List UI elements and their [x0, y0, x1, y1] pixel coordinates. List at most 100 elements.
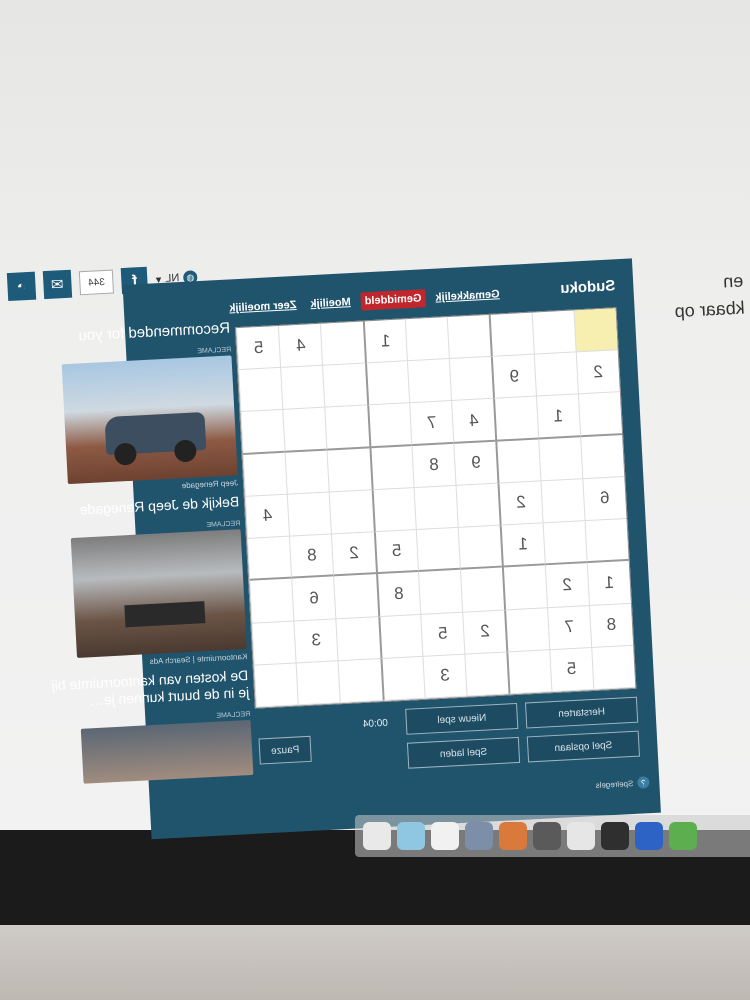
- sudoku-cell[interactable]: 2: [544, 563, 589, 608]
- sudoku-cell[interactable]: [539, 479, 585, 524]
- sudoku-cell[interactable]: [282, 408, 327, 453]
- sudoku-cell[interactable]: [280, 365, 325, 411]
- new-game-button[interactable]: Nieuw spel: [405, 702, 519, 735]
- sudoku-cell[interactable]: [364, 361, 410, 406]
- sudoku-cell[interactable]: 2: [331, 532, 376, 577]
- sudoku-cell[interactable]: [590, 645, 636, 690]
- ad-caption[interactable]: Bekijk de Jeep Renegade: [39, 493, 240, 520]
- sudoku-cell[interactable]: [247, 536, 292, 582]
- sudoku-cell[interactable]: [573, 308, 618, 353]
- ad-card-jeep[interactable]: RECLAME Jeep Renegade Bekijk de Jeep Ren…: [31, 346, 239, 520]
- tab-gemiddeld[interactable]: Gemiddeld: [360, 289, 426, 311]
- ad-image-office[interactable]: [70, 529, 247, 658]
- sudoku-cell[interactable]: [446, 314, 492, 360]
- save-game-button[interactable]: Spel opslaan: [526, 730, 640, 763]
- sudoku-cell[interactable]: 2: [462, 610, 507, 655]
- sudoku-cell[interactable]: [464, 652, 509, 697]
- sudoku-cell[interactable]: 2: [497, 481, 543, 526]
- sudoku-cell[interactable]: [533, 352, 578, 398]
- terminal-icon[interactable]: [601, 822, 629, 850]
- sudoku-cell[interactable]: [537, 436, 583, 482]
- sudoku-cell[interactable]: [579, 434, 625, 480]
- sudoku-cell[interactable]: [366, 403, 412, 449]
- reset-button[interactable]: Herstarten: [524, 696, 639, 729]
- sudoku-cell[interactable]: 1: [535, 394, 580, 440]
- sudoku-cell[interactable]: [531, 310, 576, 355]
- sudoku-cell[interactable]: [577, 392, 623, 437]
- sudoku-cell[interactable]: 1: [586, 561, 631, 606]
- tab-gemakkelijk[interactable]: Gemakkelijk: [431, 285, 504, 307]
- safari-icon[interactable]: [635, 822, 663, 850]
- sudoku-cell[interactable]: [495, 439, 540, 484]
- sudoku-cell[interactable]: [338, 658, 383, 704]
- finder-icon[interactable]: [397, 822, 425, 850]
- sudoku-cell[interactable]: 8: [375, 572, 421, 617]
- sudoku-cell[interactable]: [320, 321, 365, 366]
- sudoku-cell[interactable]: 7: [409, 401, 454, 446]
- sudoku-cell[interactable]: 8: [411, 443, 456, 488]
- rules-link[interactable]: ? Spelregels: [595, 776, 650, 791]
- sudoku-cell[interactable]: [455, 483, 501, 528]
- sudoku-cell[interactable]: [333, 574, 378, 619]
- app-icon[interactable]: [499, 822, 527, 850]
- tab-moeilijk[interactable]: Moeilijk: [306, 293, 355, 314]
- sudoku-cell[interactable]: [460, 567, 505, 613]
- sudoku-cell[interactable]: 9: [491, 354, 536, 400]
- sudoku-cell[interactable]: [449, 357, 494, 402]
- sudoku-cell[interactable]: 1: [500, 523, 545, 568]
- sudoku-cell[interactable]: [584, 519, 629, 564]
- mail-icon[interactable]: ✉: [42, 269, 72, 300]
- sudoku-cell[interactable]: [322, 363, 367, 409]
- messages-icon[interactable]: [669, 822, 697, 850]
- sudoku-cell[interactable]: [415, 527, 461, 573]
- load-game-button[interactable]: Spel laden: [406, 736, 521, 769]
- sudoku-cell[interactable]: 1: [362, 319, 407, 364]
- camera-icon[interactable]: [533, 822, 561, 850]
- whatsapp-icon[interactable]: ◔: [6, 271, 36, 302]
- sudoku-cell[interactable]: [326, 448, 372, 493]
- sudoku-cell[interactable]: [380, 656, 425, 701]
- sudoku-cell[interactable]: [249, 578, 294, 624]
- tab-zeer-moeilijk[interactable]: Zeer moeilijk: [225, 296, 301, 318]
- sudoku-cell[interactable]: [506, 649, 552, 695]
- sudoku-cell[interactable]: [413, 485, 458, 531]
- ad-card-third[interactable]: RECLAME: [50, 711, 254, 785]
- sudoku-cell[interactable]: 5: [548, 647, 594, 693]
- sudoku-cell[interactable]: [371, 487, 416, 533]
- sudoku-cell[interactable]: [238, 368, 283, 413]
- ad-caption[interactable]: De kosten van kantoorruimte bij je in de…: [48, 667, 250, 711]
- sudoku-cell[interactable]: 4: [278, 323, 323, 369]
- ad-card-office[interactable]: RECLAME Kantoorruimte | Search Ads De ko…: [40, 520, 249, 711]
- sudoku-cell[interactable]: 8: [289, 534, 334, 579]
- sudoku-cell[interactable]: 4: [244, 494, 290, 539]
- sudoku-cell[interactable]: 3: [422, 654, 467, 699]
- ad-image-car[interactable]: [61, 355, 238, 485]
- preview-icon[interactable]: [465, 822, 493, 850]
- sudoku-cell[interactable]: [369, 445, 414, 491]
- sudoku-cell[interactable]: 6: [582, 476, 627, 522]
- sudoku-cell[interactable]: [240, 410, 285, 455]
- sudoku-cell[interactable]: 5: [373, 530, 418, 575]
- sudoku-cell[interactable]: [284, 450, 330, 495]
- sudoku-cell[interactable]: 8: [588, 603, 634, 648]
- sudoku-cell[interactable]: 3: [293, 618, 339, 664]
- sudoku-cell[interactable]: 2: [575, 350, 620, 395]
- ad-image-person[interactable]: [80, 719, 254, 784]
- sudoku-cell[interactable]: 9: [453, 441, 498, 486]
- sudoku-cell[interactable]: 4: [451, 399, 496, 444]
- sudoku-cell[interactable]: [406, 359, 452, 404]
- sudoku-cell[interactable]: [493, 397, 538, 442]
- sudoku-cell[interactable]: [242, 452, 288, 497]
- sudoku-cell[interactable]: [335, 616, 381, 662]
- sudoku-cell[interactable]: [404, 317, 450, 362]
- sudoku-cell[interactable]: [457, 525, 503, 571]
- sudoku-cell[interactable]: [542, 521, 587, 566]
- sudoku-cell[interactable]: [329, 490, 374, 535]
- sudoku-cell[interactable]: [417, 570, 463, 615]
- sudoku-cell[interactable]: [295, 661, 341, 706]
- sudoku-cell[interactable]: 5: [420, 612, 465, 657]
- sudoku-cell[interactable]: [287, 492, 332, 537]
- sudoku-cell[interactable]: 7: [546, 605, 591, 650]
- sudoku-cell[interactable]: [377, 614, 423, 659]
- document-icon[interactable]: [431, 822, 459, 850]
